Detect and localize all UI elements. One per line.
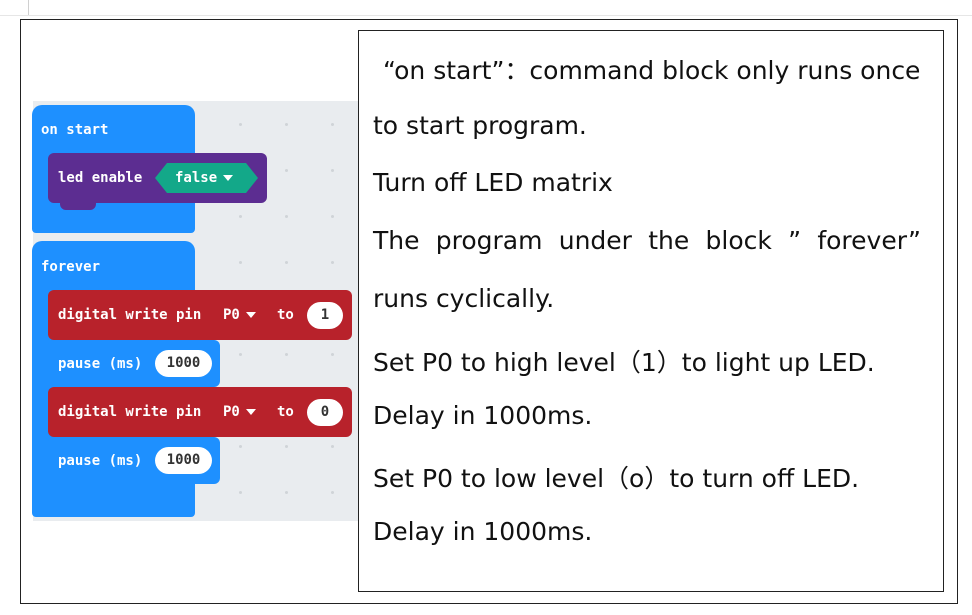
grid-dot — [285, 445, 288, 448]
explanation-line: to start program. — [373, 111, 587, 140]
chevron-down-icon — [245, 409, 256, 415]
grid-dot — [331, 169, 334, 172]
explanation-box: “on start”：command block only runs once … — [358, 30, 944, 592]
grid-dot — [239, 123, 242, 126]
ruler-line — [0, 15, 972, 16]
pause-label: pause (ms) — [58, 356, 143, 372]
explanation-line: runs cyclically. — [373, 284, 555, 313]
led-enable-label: led enable — [58, 170, 143, 186]
explanation-line: “on start”：command block only runs once — [383, 56, 921, 85]
grid-dot — [239, 261, 242, 264]
to-label: to — [277, 307, 294, 323]
grid-dot — [285, 215, 288, 218]
led-value-dropdown[interactable]: false — [155, 163, 258, 193]
pin-value-input[interactable]: 0 — [307, 399, 343, 426]
grid-dot — [331, 353, 334, 356]
block-notch — [60, 483, 96, 491]
grid-dot — [285, 491, 288, 494]
grid-dot — [331, 215, 334, 218]
digital-write-label: digital write pin — [58, 307, 202, 323]
grid-dot — [331, 491, 334, 494]
to-label: to — [277, 404, 294, 420]
explanation-line: The program under the block ” forever” — [373, 226, 921, 255]
grid-dot — [239, 491, 242, 494]
grid-dot — [285, 123, 288, 126]
grid-dot — [285, 353, 288, 356]
digital-write-block-low[interactable]: digital write pin P0 to 0 — [48, 387, 352, 437]
explanation-line: Delay in 1000ms. — [373, 517, 593, 546]
explanation-line: Delay in 1000ms. — [373, 401, 593, 430]
chevron-down-icon — [245, 312, 256, 318]
pause-ms-input[interactable]: 1000 — [155, 447, 212, 474]
pause-label: pause (ms) — [58, 453, 143, 469]
ruler-mark — [28, 0, 29, 16]
pin-dropdown[interactable]: P0 — [223, 307, 256, 323]
top-ruler — [0, 0, 972, 16]
grid-dot — [239, 445, 242, 448]
explanation-line: Turn off LED matrix — [373, 168, 613, 197]
grid-dot — [239, 215, 242, 218]
forever-label: forever — [41, 259, 101, 275]
chevron-down-icon — [223, 175, 233, 181]
pin-dropdown[interactable]: P0 — [223, 404, 256, 420]
digital-write-label: digital write pin — [58, 404, 202, 420]
led-enable-block[interactable]: led enable false — [48, 153, 267, 203]
pause-ms-input[interactable]: 1000 — [155, 350, 212, 377]
on-start-label: on start — [41, 122, 109, 138]
grid-dot — [285, 169, 288, 172]
led-value-text: false — [175, 170, 218, 186]
grid-dot — [285, 261, 288, 264]
pin-value-input[interactable]: 1 — [307, 302, 343, 329]
pause-block-2[interactable]: pause (ms) 1000 — [48, 437, 220, 484]
grid-dot — [331, 123, 334, 126]
grid-dot — [331, 261, 334, 264]
pause-block-1[interactable]: pause (ms) 1000 — [48, 340, 220, 387]
digital-write-block-high[interactable]: digital write pin P0 to 1 — [48, 290, 352, 340]
explanation-line: Set P0 to high level（1）to light up LED. — [373, 348, 875, 377]
grid-dot — [331, 445, 334, 448]
grid-dot — [239, 353, 242, 356]
block-notch — [60, 202, 96, 210]
pin-value: P0 — [223, 404, 240, 420]
explanation-line: Set P0 to low level（o）to turn off LED. — [373, 464, 860, 493]
pin-value: P0 — [223, 307, 240, 323]
